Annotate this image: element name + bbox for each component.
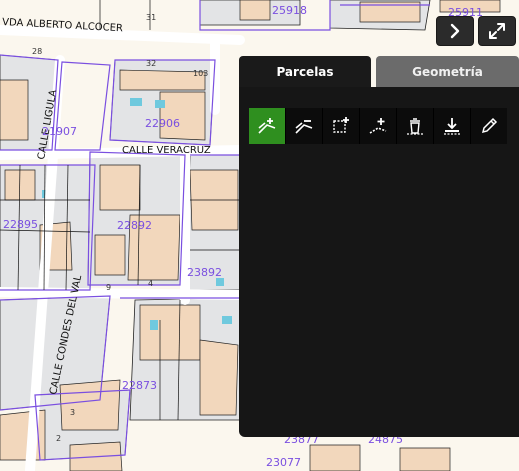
remove-parcel-icon <box>295 120 313 134</box>
tab-parcelas[interactable]: Parcelas <box>239 56 371 88</box>
add-point-button[interactable] <box>360 108 396 144</box>
chevron-right-icon <box>450 23 460 39</box>
delete-button[interactable] <box>397 108 433 144</box>
expand-icon <box>489 23 505 39</box>
block-number: 32 <box>146 59 156 68</box>
parcel-toolbar <box>249 108 507 144</box>
panel-tabs: Parcelas Geometría <box>239 56 519 88</box>
street-label-veracruz: CALLE VERACRUZ <box>122 145 211 156</box>
panel-body <box>239 87 519 437</box>
remove-parcel-button[interactable] <box>286 108 322 144</box>
parcel-label: 22906 <box>145 117 180 130</box>
block-number: 3 <box>70 408 75 417</box>
parcel-label: 25918 <box>272 4 307 17</box>
parcel-tool-panel: Parcelas Geometría <box>239 56 519 437</box>
download-button[interactable] <box>434 108 470 144</box>
add-parcel-icon <box>258 118 276 134</box>
select-area-icon <box>333 117 349 133</box>
add-point-icon <box>369 118 387 134</box>
tab-geometria[interactable]: Geometría <box>376 56 519 88</box>
parcel-label: 22892 <box>117 219 152 232</box>
block-number: 2 <box>56 434 61 443</box>
fullscreen-button[interactable] <box>478 16 516 46</box>
block-number: 9 <box>106 283 111 292</box>
parcel-label: 23077 <box>266 456 301 469</box>
delete-icon <box>407 118 423 135</box>
block-number: 4 <box>148 279 153 288</box>
edit-button[interactable] <box>471 108 507 144</box>
parcel-label: 21907 <box>42 125 77 138</box>
block-number: 28 <box>32 47 42 56</box>
select-area-button[interactable] <box>323 108 359 144</box>
block-number: 103 <box>193 69 208 78</box>
download-icon <box>444 118 460 135</box>
parcel-label: 23892 <box>187 266 222 279</box>
block-number: 31 <box>146 13 156 22</box>
add-parcel-button[interactable] <box>249 108 285 144</box>
edit-icon <box>481 117 498 134</box>
parcel-label: 22873 <box>122 379 157 392</box>
parcel-label: 22895 <box>3 218 38 231</box>
next-button[interactable] <box>436 16 474 46</box>
